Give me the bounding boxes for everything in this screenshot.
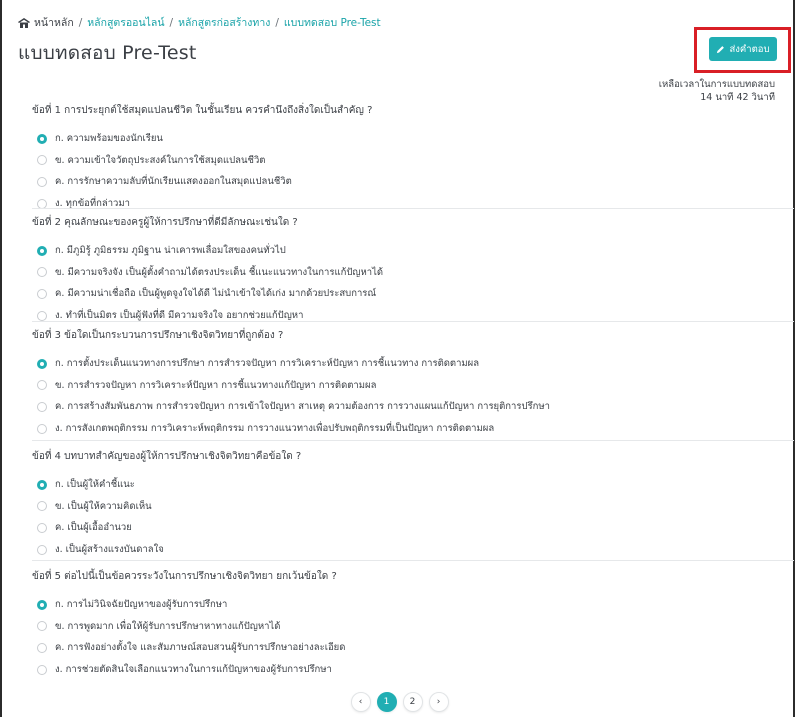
radio-unselected[interactable] — [37, 288, 47, 299]
question-divider — [32, 321, 794, 322]
breadcrumb-home[interactable]: หน้าหลัก — [18, 14, 74, 31]
quiz-page: หน้าหลัก / หลักสูตรออนไลน์ / หลักสูตรก่อ… — [0, 0, 795, 717]
time-remaining-value: 14 นาที 42 วินาที — [700, 92, 775, 103]
answer-options: ก. การไม่วินิจฉัยปัญหาของผู้รับการปรึกษา… — [32, 594, 345, 680]
breadcrumb-separator: / — [275, 16, 279, 29]
question-divider — [32, 440, 794, 441]
answer-options: ก. เป็นผู้ให้คำชี้แนะข. เป็นผู้ให้ความคิ… — [32, 474, 301, 560]
answer-option[interactable]: ข. การสำรวจปัญหา การวิเคราะห์ปัญหา การชี… — [32, 375, 550, 397]
answer-option[interactable]: ข. ความเข้าใจวัตถุประสงค์ในการใช้สมุดแปล… — [32, 150, 372, 172]
breadcrumb-home-label: หน้าหลัก — [34, 17, 74, 29]
answer-option[interactable]: ก. ความพร้อมของนักเรียน — [32, 128, 372, 150]
answer-option[interactable]: ก. มีภูมิรู้ ภูมิธรรม ภูมิฐาน น่าเคารพเล… — [32, 240, 383, 262]
answer-option[interactable]: ค. การรักษาความลับที่นักเรียนแสดงออกในสม… — [32, 171, 372, 193]
question-text: ข้อที่ 4 บทบาทสำคัญของผู้ให้การปรึกษาเชิ… — [32, 451, 302, 462]
radio-unselected[interactable] — [37, 267, 47, 278]
radio-unselected[interactable] — [37, 522, 47, 533]
answer-option-label: ง. เป็นผู้สร้างแรงบันดาลใจ — [55, 544, 164, 556]
answer-option[interactable]: ข. มีความจริงจัง เป็นผู้ตั้งคำถามได้ตรงป… — [32, 262, 383, 284]
radio-unselected[interactable] — [37, 380, 47, 391]
answer-option-label: ค. เป็นผู้เอื้ออำนวย — [55, 522, 132, 534]
answer-option-label: ข. เป็นผู้ให้ความคิดเห็น — [55, 500, 152, 512]
answer-option[interactable]: ข. เป็นผู้ให้ความคิดเห็น — [32, 496, 301, 518]
page-title: แบบทดสอบ Pre-Test — [18, 42, 197, 64]
radio-unselected[interactable] — [37, 401, 47, 412]
answer-option[interactable]: ง. ทำที่เป็นมิตร เป็นผู้ฟังที่ดี มีความจ… — [32, 305, 383, 327]
pencil-icon — [717, 45, 725, 53]
next-page-button[interactable]: › — [428, 692, 449, 712]
breadcrumb: หน้าหลัก / หลักสูตรออนไลน์ / หลักสูตรก่อ… — [18, 14, 381, 31]
answer-option-label: ข. มีความจริงจัง เป็นผู้ตั้งคำถามได้ตรงป… — [55, 266, 384, 278]
answer-option[interactable]: ค. มีความน่าเชื่อถือ เป็นผู้พูดจูงใจได้ด… — [32, 283, 383, 305]
radio-selected[interactable] — [37, 245, 47, 256]
question-divider — [32, 208, 794, 209]
question-2: ข้อที่ 2 คุณลักษณะของครูผู้ให้การปรึกษาท… — [32, 215, 383, 326]
answer-option-label: ค. การฟังอย่างตั้งใจ และสัมภาษณ์สอบสวนผู… — [55, 642, 346, 654]
radio-selected[interactable] — [37, 599, 47, 610]
question-text: ข้อที่ 1 การประยุกต์ใช้สมุดแปลนชีวิต ในช… — [32, 105, 373, 116]
radio-unselected[interactable] — [37, 176, 47, 187]
breadcrumb-road-construction-course[interactable]: หลักสูตรก่อสร้างทาง — [178, 14, 270, 31]
question-divider — [32, 560, 794, 561]
answer-option-label: ก. การไม่วินิจฉัยปัญหาของผู้รับการปรึกษา — [55, 599, 228, 611]
radio-unselected[interactable] — [37, 621, 47, 632]
answer-options: ก. การตั้งประเด็นแนวทางการปรึกษา การสำรว… — [32, 353, 550, 439]
answer-option-label: ก. ความพร้อมของนักเรียน — [55, 133, 163, 145]
radio-unselected[interactable] — [37, 423, 47, 434]
submit-answers-label: ส่งคำตอบ — [729, 43, 770, 55]
question-3: ข้อที่ 3 ข้อใดเป็นกระบวนการปรึกษาเชิงจิต… — [32, 328, 550, 439]
pagination: ‹ 1 2 › — [2, 692, 795, 712]
answer-option-label: ค. การสร้างสัมพันธภาพ การสำรวจปัญหา การเ… — [55, 401, 550, 413]
radio-selected[interactable] — [37, 479, 47, 490]
radio-selected[interactable] — [37, 133, 47, 144]
question-4: ข้อที่ 4 บทบาทสำคัญของผู้ให้การปรึกษาเชิ… — [32, 449, 301, 560]
question-1: ข้อที่ 1 การประยุกต์ใช้สมุดแปลนชีวิต ในช… — [32, 103, 372, 214]
answer-option-label: ข. การสำรวจปัญหา การวิเคราะห์ปัญหา การชี… — [55, 379, 377, 391]
page-1-button[interactable]: 1 — [376, 692, 397, 712]
answer-option-label: ค. มีความน่าเชื่อถือ เป็นผู้พูดจูงใจได้ด… — [55, 288, 377, 300]
breadcrumb-online-courses[interactable]: หลักสูตรออนไลน์ — [87, 14, 164, 31]
time-remaining-label: เหลือเวลาในการแบบทดสอบ — [658, 79, 775, 90]
answer-option[interactable]: ค. เป็นผู้เอื้ออำนวย — [32, 517, 301, 539]
page-2-button[interactable]: 2 — [402, 692, 423, 712]
answer-option-label: ก. การตั้งประเด็นแนวทางการปรึกษา การสำรว… — [55, 358, 480, 370]
answer-option[interactable]: ง. เป็นผู้สร้างแรงบันดาลใจ — [32, 539, 301, 561]
question-5: ข้อที่ 5 ต่อไปนี้เป็นข้อควรระวังในการปรึ… — [32, 569, 345, 680]
answer-option[interactable]: ข. การพูดมาก เพื่อให้ผู้รับการปรึกษาหาทา… — [32, 616, 345, 638]
radio-unselected[interactable] — [37, 155, 47, 166]
answer-option[interactable]: ก. การตั้งประเด็นแนวทางการปรึกษา การสำรว… — [32, 353, 550, 375]
answer-option[interactable]: ง. การช่วยตัดสินใจเลือกแนวทางในการแก้ปัญ… — [32, 659, 345, 681]
answer-option-label: ก. มีภูมิรู้ ภูมิธรรม ภูมิฐาน น่าเคารพเล… — [55, 245, 286, 257]
answer-option-label: ง. การสังเกตพฤติกรรม การวิเคราะห์พฤติกรร… — [55, 423, 495, 435]
radio-unselected[interactable] — [37, 310, 47, 321]
question-text: ข้อที่ 2 คุณลักษณะของครูผู้ให้การปรึกษาท… — [32, 217, 298, 228]
question-text: ข้อที่ 5 ต่อไปนี้เป็นข้อควรระวังในการปรึ… — [32, 571, 337, 582]
answer-option-label: ง. การช่วยตัดสินใจเลือกแนวทางในการแก้ปัญ… — [55, 664, 332, 676]
breadcrumb-separator: / — [78, 16, 83, 29]
breadcrumb-separator: / — [169, 16, 174, 29]
radio-selected[interactable] — [37, 358, 47, 369]
radio-unselected[interactable] — [37, 544, 47, 555]
answer-options: ก. มีภูมิรู้ ภูมิธรรม ภูมิฐาน น่าเคารพเล… — [32, 240, 383, 326]
answer-option-label: ค. การรักษาความลับที่นักเรียนแสดงออกในสม… — [55, 176, 292, 188]
home-icon — [18, 17, 30, 28]
answer-option-label: ข. ความเข้าใจวัตถุประสงค์ในการใช้สมุดแปล… — [55, 154, 266, 166]
time-remaining: เหลือเวลาในการแบบทดสอบ 14 นาที 42 วินาที — [659, 78, 775, 104]
answer-option[interactable]: ง. ทุกข้อที่กล่าวมา — [32, 193, 372, 215]
radio-unselected[interactable] — [37, 501, 47, 512]
breadcrumb-pretest[interactable]: แบบทดสอบ Pre-Test — [284, 14, 381, 31]
answer-option[interactable]: ค. การสร้างสัมพันธภาพ การสำรวจปัญหา การเ… — [32, 396, 550, 418]
question-text: ข้อที่ 3 ข้อใดเป็นกระบวนการปรึกษาเชิงจิต… — [32, 330, 284, 341]
radio-unselected[interactable] — [37, 664, 47, 675]
radio-unselected[interactable] — [37, 642, 47, 653]
answer-option-label: ก. เป็นผู้ให้คำชี้แนะ — [55, 479, 135, 491]
answer-option[interactable]: ง. การสังเกตพฤติกรรม การวิเคราะห์พฤติกรร… — [32, 418, 550, 440]
answer-option-label: ข. การพูดมาก เพื่อให้ผู้รับการปรึกษาหาทา… — [55, 620, 281, 632]
submit-answers-button[interactable]: ส่งคำตอบ — [709, 37, 777, 61]
answer-options: ก. ความพร้อมของนักเรียนข. ความเข้าใจวัตถ… — [32, 128, 372, 214]
answer-option[interactable]: ก. การไม่วินิจฉัยปัญหาของผู้รับการปรึกษา — [32, 594, 345, 616]
answer-option[interactable]: ค. การฟังอย่างตั้งใจ และสัมภาษณ์สอบสวนผู… — [32, 637, 345, 659]
answer-option[interactable]: ก. เป็นผู้ให้คำชี้แนะ — [32, 474, 301, 496]
prev-page-button[interactable]: ‹ — [350, 692, 371, 712]
